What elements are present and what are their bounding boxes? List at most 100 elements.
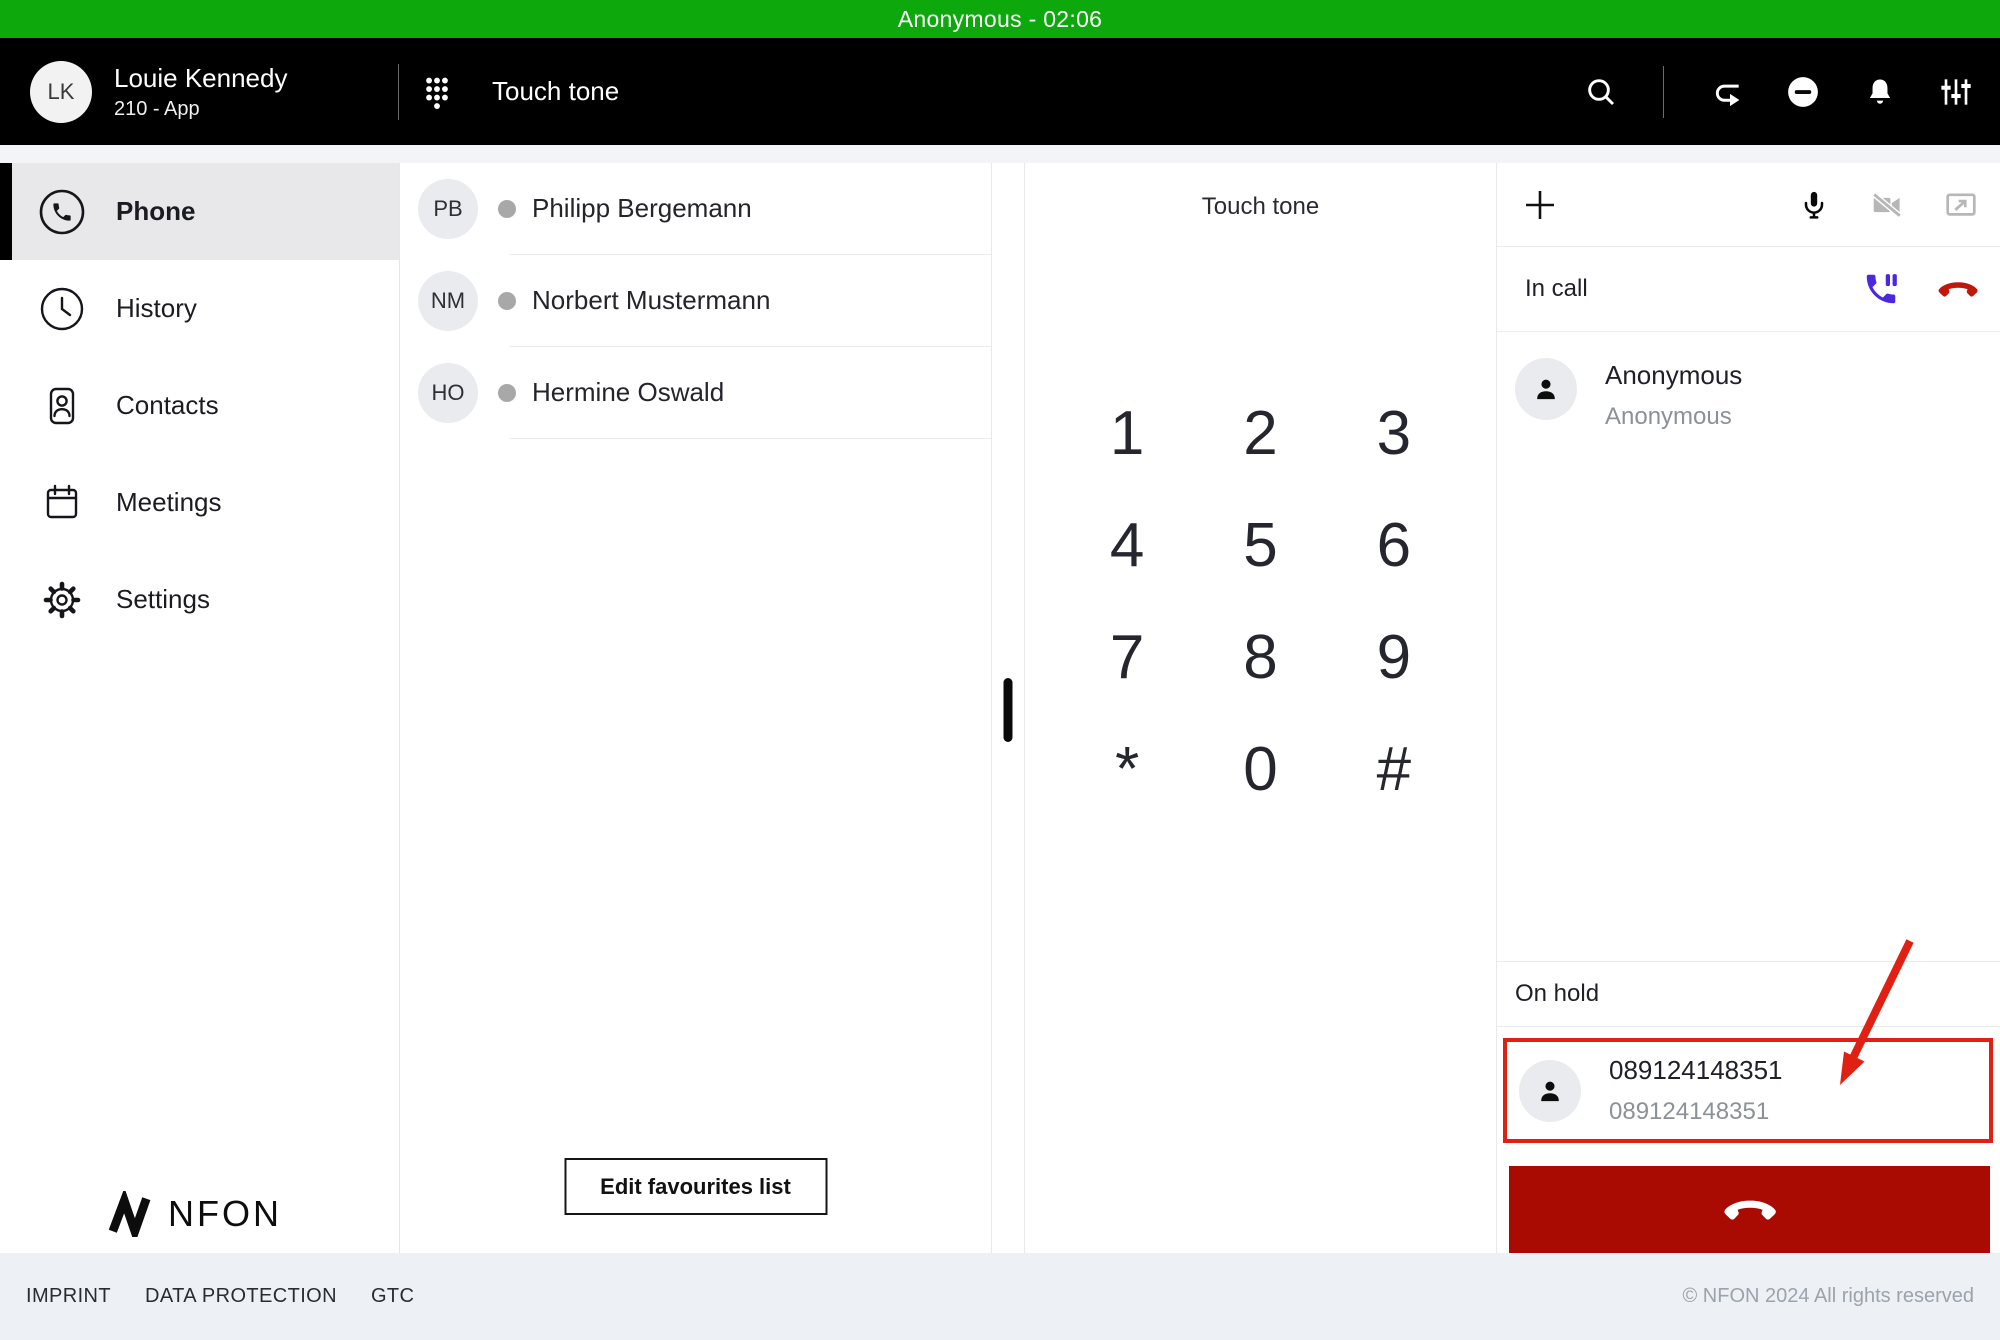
avatar: PB [418, 179, 478, 239]
edit-favourites-button[interactable]: Edit favourites list [564, 1158, 827, 1215]
user-extension: 210 - App [114, 98, 287, 121]
search-icon[interactable] [1585, 76, 1617, 108]
contact-name: Norbert Mustermann [532, 285, 770, 316]
phone-icon [38, 188, 86, 236]
on-hold-party-highlighted[interactable]: 089124148351 089124148351 [1503, 1038, 1993, 1143]
dial-keypad: 1 2 3 4 5 6 7 8 9 * 0 # [1061, 377, 1461, 825]
dial-key-6[interactable]: 6 [1327, 489, 1460, 601]
history-clock-icon [38, 285, 86, 333]
held-caller-number: 089124148351 [1609, 1098, 1783, 1126]
presence-dot [498, 200, 516, 218]
in-call-party[interactable]: Anonymous Anonymous [1497, 332, 2000, 431]
dial-key-hash[interactable]: # [1327, 713, 1460, 825]
footer-link-imprint[interactable]: IMPRINT [26, 1285, 111, 1308]
on-hold-section-header: On hold [1497, 962, 2000, 1026]
call-forward-icon[interactable] [1710, 76, 1742, 108]
contacts-card-icon [38, 382, 86, 430]
in-call-section-header: In call [1497, 247, 2000, 332]
nfon-logo-text: NFON [168, 1193, 282, 1235]
favourite-contact-row[interactable]: PB Philipp Bergemann [400, 163, 991, 254]
caller-number: Anonymous [1605, 403, 1742, 431]
sidebar-item-label: Meetings [116, 487, 222, 518]
settings-gear-icon [38, 576, 86, 624]
header-actions [1585, 38, 1972, 145]
favourite-contact-row[interactable]: NM Norbert Mustermann [400, 255, 991, 346]
sidebar-item-label: Settings [116, 584, 210, 615]
page-title: Touch tone [492, 38, 619, 145]
sidebar-item-history[interactable]: History [0, 260, 399, 357]
favourite-contact-row[interactable]: HO Hermine Oswald [400, 347, 991, 438]
sidebar-item-label: Phone [116, 196, 195, 227]
caller-avatar [1519, 1060, 1581, 1122]
avatar-initials: NM [431, 288, 465, 314]
sidebar-item-label: Contacts [116, 390, 219, 421]
on-hold-label: On hold [1515, 980, 1599, 1008]
touch-tone-panel: Touch tone 1 2 3 4 5 6 7 8 9 * 0 # [1025, 163, 1497, 1253]
header-divider [398, 64, 399, 120]
section-divider [1497, 1026, 2000, 1027]
dial-key-3[interactable]: 3 [1327, 377, 1460, 489]
nfon-logo-mark [108, 1191, 154, 1237]
contact-name: Hermine Oswald [532, 377, 724, 408]
do-not-disturb-icon[interactable] [1786, 75, 1820, 109]
sidebar-item-settings[interactable]: Settings [0, 551, 399, 648]
dial-key-star[interactable]: * [1061, 713, 1194, 825]
header-actions-divider [1663, 66, 1664, 118]
avatar: HO [418, 363, 478, 423]
dial-key-2[interactable]: 2 [1194, 377, 1327, 489]
copyright-text: © NFON 2024 All rights reserved [1682, 1285, 2000, 1308]
resize-drag-handle[interactable] [1004, 678, 1013, 742]
person-icon [1534, 1075, 1566, 1107]
caller-name: Anonymous [1605, 360, 1742, 391]
dialpad-icon [424, 76, 450, 115]
screen-share-icon[interactable] [1944, 188, 1978, 222]
settings-sliders-icon[interactable] [1940, 76, 1972, 108]
footer-link-gtc[interactable]: GTC [371, 1285, 414, 1308]
nfon-logo: NFON [108, 1191, 282, 1237]
hang-up-button[interactable] [1509, 1166, 1990, 1253]
app-footer: IMPRINT DATA PROTECTION GTC © NFON 2024 … [0, 1253, 2000, 1340]
dial-key-9[interactable]: 9 [1327, 601, 1460, 713]
avatar-initials: LK [48, 79, 75, 105]
hold-call-icon[interactable] [1862, 270, 1900, 308]
dial-key-4[interactable]: 4 [1061, 489, 1194, 601]
held-caller-name: 089124148351 [1609, 1055, 1783, 1086]
user-profile[interactable]: LK Louie Kennedy 210 - App [30, 38, 287, 145]
end-call-icon[interactable] [1936, 279, 1980, 299]
presence-dot [498, 384, 516, 402]
active-call-status-bar[interactable]: Anonymous - 02:06 [0, 0, 2000, 38]
camera-off-icon[interactable] [1870, 188, 1904, 222]
sidebar-item-phone[interactable]: Phone [0, 163, 399, 260]
dial-key-7[interactable]: 7 [1061, 601, 1194, 713]
dial-key-1[interactable]: 1 [1061, 377, 1194, 489]
call-status-text: Anonymous - 02:06 [898, 6, 1103, 33]
dial-key-5[interactable]: 5 [1194, 489, 1327, 601]
sidebar-item-contacts[interactable]: Contacts [0, 357, 399, 454]
contact-name: Philipp Bergemann [532, 193, 752, 224]
notifications-bell-icon[interactable] [1864, 76, 1896, 108]
avatar: LK [30, 61, 92, 123]
person-icon [1530, 373, 1562, 405]
dial-key-0[interactable]: 0 [1194, 713, 1327, 825]
dial-key-8[interactable]: 8 [1194, 601, 1327, 713]
user-info: Louie Kennedy 210 - App [114, 62, 287, 122]
user-name: Louie Kennedy [114, 62, 287, 95]
avatar-initials: PB [433, 196, 462, 222]
sidebar-item-label: History [116, 293, 197, 324]
add-call-icon[interactable] [1523, 188, 1557, 222]
presence-dot [498, 292, 516, 310]
hang-up-icon [1721, 1197, 1779, 1222]
sidebar-item-meetings[interactable]: Meetings [0, 454, 399, 551]
touch-tone-title: Touch tone [1025, 193, 1496, 221]
column-resize-gutter [992, 163, 1025, 1253]
in-call-label: In call [1525, 275, 1862, 303]
footer-link-data-protection[interactable]: DATA PROTECTION [145, 1285, 337, 1308]
microphone-icon[interactable] [1798, 189, 1830, 221]
softphone-app: Anonymous - 02:06 LK Louie Kennedy 210 -… [0, 0, 2000, 1340]
avatar-initials: HO [432, 380, 465, 406]
content-top-strip [0, 145, 2000, 163]
meetings-calendar-icon [38, 479, 86, 527]
app-header: LK Louie Kennedy 210 - App Touch tone [0, 38, 2000, 145]
call-toolbar [1497, 163, 2000, 247]
list-divider [510, 438, 991, 439]
